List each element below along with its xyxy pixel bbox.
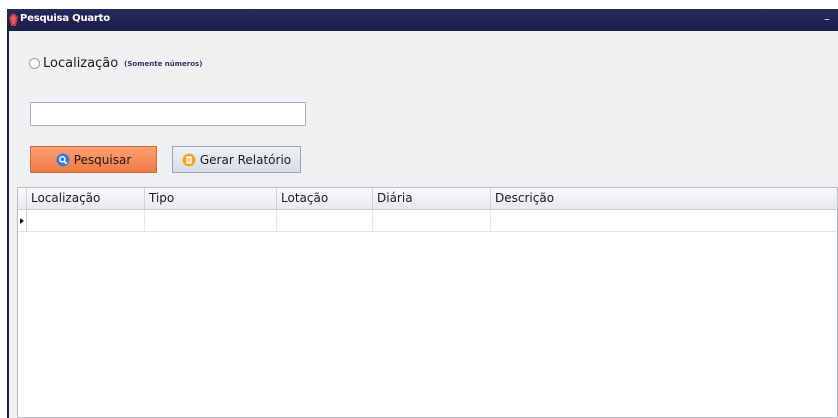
location-radio-label[interactable]: Localização [43,56,118,71]
window-title: Pesquisa Quarto [20,13,110,24]
pesquisa-quarto-window: Pesquisa Quarto – Localização (Somente n… [7,9,838,418]
grid-header: Localização Tipo Lotação Diária Descriçã… [18,188,837,210]
location-option[interactable]: Localização (Somente números) [29,54,202,72]
cell-lotacao[interactable] [277,210,373,231]
window-border [7,31,9,418]
report-button-label: Gerar Relatório [199,152,292,167]
search-button-label: Pesquisar [73,152,132,167]
column-header-lotacao[interactable]: Lotação [277,188,373,209]
column-header-tipo[interactable]: Tipo [145,188,277,209]
minimize-button[interactable]: – [820,11,834,27]
cell-descricao[interactable] [491,210,837,231]
results-grid[interactable]: Localização Tipo Lotação Diária Descriçã… [17,187,838,418]
column-header-localizacao[interactable]: Localização [27,188,145,209]
report-button[interactable]: Gerar Relatório [172,146,301,173]
app-icon [9,13,18,26]
title-bar[interactable]: Pesquisa Quarto – [7,9,838,31]
search-button[interactable]: Pesquisar [30,146,157,173]
cell-diaria[interactable] [373,210,491,231]
location-radio[interactable] [29,57,40,69]
row-header-column [18,188,27,209]
location-hint: (Somente números) [124,60,203,68]
column-header-diaria[interactable]: Diária [373,188,491,209]
cell-tipo[interactable] [145,210,277,231]
report-icon [182,153,196,166]
column-header-descricao[interactable]: Descrição [491,188,837,209]
cell-localizacao[interactable] [27,210,145,231]
location-input[interactable] [30,102,306,126]
table-row[interactable] [18,210,837,232]
current-row-indicator-icon [18,210,27,231]
search-icon [56,153,70,166]
